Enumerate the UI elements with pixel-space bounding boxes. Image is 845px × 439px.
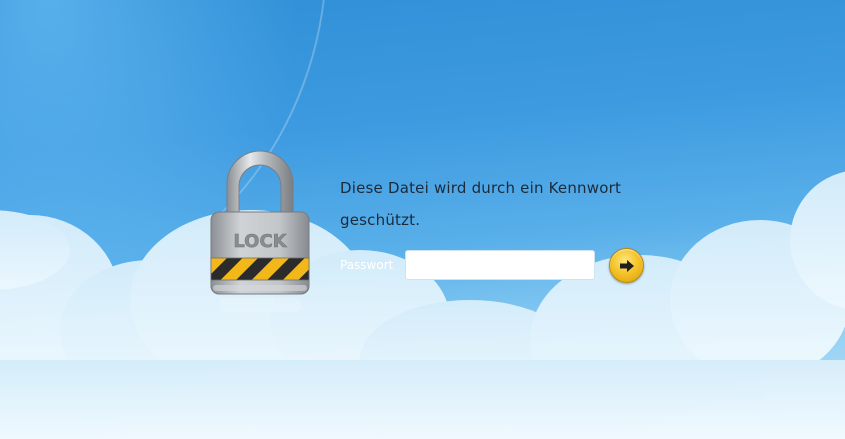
padlock-icon: LOCK <box>210 150 310 312</box>
message-line-2: geschützt. <box>340 211 421 229</box>
arrow-right-icon <box>619 259 634 272</box>
submit-button[interactable] <box>609 248 644 283</box>
lock-label: LOCK <box>233 231 287 252</box>
message-line-1: Diese Datei wird durch ein Kennwort <box>340 179 622 197</box>
protected-file-message: Diese Datei wird durch ein Kennwort gesc… <box>340 172 660 236</box>
login-screen: LOCK Diese Datei wird durch ein Kennwort… <box>0 0 845 439</box>
password-input[interactable] <box>405 250 595 280</box>
password-label: Passwort <box>340 258 394 272</box>
